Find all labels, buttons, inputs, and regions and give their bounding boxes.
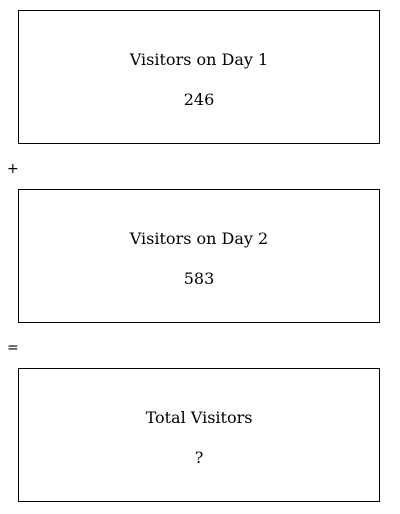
total-visitors-label: Total Visitors: [145, 408, 253, 427]
day1-visitors-box: Visitors on Day 1 246: [18, 10, 380, 144]
total-visitors-box: Total Visitors ?: [18, 368, 380, 502]
day2-visitors-value: 583: [183, 269, 215, 288]
day1-visitors-label: Visitors on Day 1: [129, 50, 269, 69]
day2-visitors-box: Visitors on Day 2 583: [18, 189, 380, 323]
total-visitors-value: ?: [194, 448, 204, 467]
equals-operator: =: [7, 340, 19, 356]
day2-visitors-label: Visitors on Day 2: [129, 229, 269, 248]
day1-visitors-value: 246: [183, 90, 215, 109]
plus-operator: +: [7, 161, 19, 177]
